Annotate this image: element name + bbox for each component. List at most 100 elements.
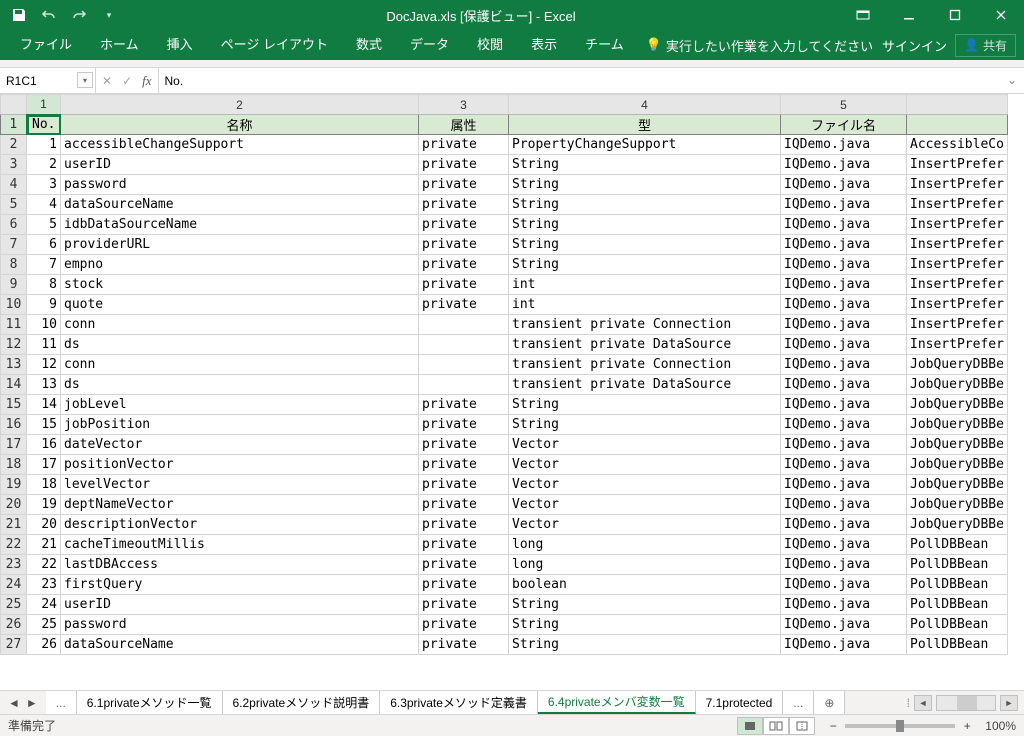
tab-page-layout[interactable]: ページ レイアウト [207, 30, 342, 60]
cell[interactable]: JobQueryDBBe [907, 395, 1008, 415]
cell[interactable]: Vector [509, 495, 781, 515]
sheet-tab-more-right[interactable]: ... [783, 691, 814, 714]
cell[interactable]: InsertPrefer [907, 335, 1008, 355]
cell[interactable]: PollDBBean [907, 555, 1008, 575]
tab-data[interactable]: データ [396, 30, 463, 60]
cell[interactable]: private [419, 215, 509, 235]
cell[interactable]: IQDemo.java [781, 575, 907, 595]
cell[interactable]: conn [61, 355, 419, 375]
row-header[interactable]: 24 [1, 575, 27, 595]
sheet-tab-more-left[interactable]: ... [46, 691, 77, 714]
row-header[interactable]: 23 [1, 555, 27, 575]
cell[interactable]: IQDemo.java [781, 515, 907, 535]
header-cell[interactable]: 型 [509, 115, 781, 135]
save-icon[interactable] [6, 2, 32, 28]
cell[interactable]: int [509, 295, 781, 315]
header-cell[interactable]: No. [27, 115, 61, 135]
cell[interactable]: jobPosition [61, 415, 419, 435]
hscroll-right-icon[interactable]: ► [1000, 695, 1018, 711]
row-header[interactable]: 19 [1, 475, 27, 495]
cell[interactable]: accessibleChangeSupport [61, 135, 419, 155]
maximize-icon[interactable] [932, 0, 978, 30]
qat-customize-icon[interactable]: ▾ [96, 2, 122, 28]
cell[interactable]: IQDemo.java [781, 255, 907, 275]
cell[interactable]: private [419, 275, 509, 295]
column-header[interactable]: 5 [781, 95, 907, 115]
cell[interactable]: descriptionVector [61, 515, 419, 535]
select-all-corner[interactable] [1, 95, 27, 115]
cell[interactable]: InsertPrefer [907, 315, 1008, 335]
cell[interactable]: IQDemo.java [781, 395, 907, 415]
cell[interactable] [419, 355, 509, 375]
cell[interactable]: 9 [27, 295, 61, 315]
cell[interactable]: JobQueryDBBe [907, 515, 1008, 535]
cell[interactable]: JobQueryDBBe [907, 475, 1008, 495]
cell[interactable]: String [509, 175, 781, 195]
cell[interactable]: private [419, 435, 509, 455]
name-box[interactable]: R1C1 ▾ [0, 68, 96, 93]
horizontal-scrollbar[interactable]: ⁞ ◄ ► [907, 695, 1024, 711]
cell[interactable]: IQDemo.java [781, 355, 907, 375]
cell[interactable]: transient private DataSource [509, 375, 781, 395]
row-header[interactable]: 6 [1, 215, 27, 235]
row-header[interactable]: 8 [1, 255, 27, 275]
cell[interactable]: 26 [27, 635, 61, 655]
cell[interactable] [419, 375, 509, 395]
tab-team[interactable]: チーム [571, 30, 638, 60]
cell[interactable]: cacheTimeoutMillis [61, 535, 419, 555]
cell[interactable]: JobQueryDBBe [907, 375, 1008, 395]
cell[interactable]: userID [61, 595, 419, 615]
hscroll-thumb[interactable] [957, 696, 977, 710]
cell[interactable]: 18 [27, 475, 61, 495]
tab-formulas[interactable]: 数式 [342, 30, 396, 60]
cell[interactable]: levelVector [61, 475, 419, 495]
cell[interactable]: conn [61, 315, 419, 335]
cell[interactable]: 11 [27, 335, 61, 355]
formula-expand-icon[interactable]: ⌄ [1004, 72, 1020, 88]
cell[interactable]: InsertPrefer [907, 195, 1008, 215]
cell[interactable]: positionVector [61, 455, 419, 475]
sheet-nav-next-icon[interactable]: ► [24, 696, 40, 710]
cell[interactable]: InsertPrefer [907, 255, 1008, 275]
cell[interactable]: JobQueryDBBe [907, 355, 1008, 375]
cell[interactable]: IQDemo.java [781, 275, 907, 295]
cell[interactable]: stock [61, 275, 419, 295]
row-header[interactable]: 14 [1, 375, 27, 395]
cell[interactable]: InsertPrefer [907, 235, 1008, 255]
cell[interactable]: 7 [27, 255, 61, 275]
cell[interactable]: long [509, 555, 781, 575]
cell[interactable]: String [509, 195, 781, 215]
cell[interactable]: 4 [27, 195, 61, 215]
cell[interactable]: InsertPrefer [907, 175, 1008, 195]
cell[interactable]: dateVector [61, 435, 419, 455]
tab-file[interactable]: ファイル [6, 30, 86, 60]
cell[interactable]: IQDemo.java [781, 475, 907, 495]
cell[interactable]: 22 [27, 555, 61, 575]
cell[interactable]: private [419, 495, 509, 515]
row-header[interactable]: 16 [1, 415, 27, 435]
cell[interactable]: 14 [27, 395, 61, 415]
cell[interactable]: InsertPrefer [907, 295, 1008, 315]
row-header[interactable]: 5 [1, 195, 27, 215]
cell[interactable]: userID [61, 155, 419, 175]
tab-review[interactable]: 校閲 [463, 30, 517, 60]
minimize-icon[interactable] [886, 0, 932, 30]
cell[interactable]: String [509, 635, 781, 655]
tell-me[interactable]: 💡 実行したい作業を入力してください [646, 36, 873, 55]
row-header[interactable]: 15 [1, 395, 27, 415]
column-header[interactable]: 4 [509, 95, 781, 115]
cell[interactable]: IQDemo.java [781, 155, 907, 175]
row-header[interactable]: 21 [1, 515, 27, 535]
row-header[interactable]: 4 [1, 175, 27, 195]
cell[interactable]: IQDemo.java [781, 215, 907, 235]
cell[interactable]: String [509, 615, 781, 635]
cell[interactable]: deptNameVector [61, 495, 419, 515]
tab-view[interactable]: 表示 [517, 30, 571, 60]
cell[interactable]: private [419, 595, 509, 615]
cell[interactable]: 6 [27, 235, 61, 255]
cell[interactable]: JobQueryDBBe [907, 455, 1008, 475]
cell[interactable]: PropertyChangeSupport [509, 135, 781, 155]
cell[interactable]: IQDemo.java [781, 435, 907, 455]
cell[interactable]: transient private DataSource [509, 335, 781, 355]
zoom-in-icon[interactable]: + [959, 718, 975, 734]
